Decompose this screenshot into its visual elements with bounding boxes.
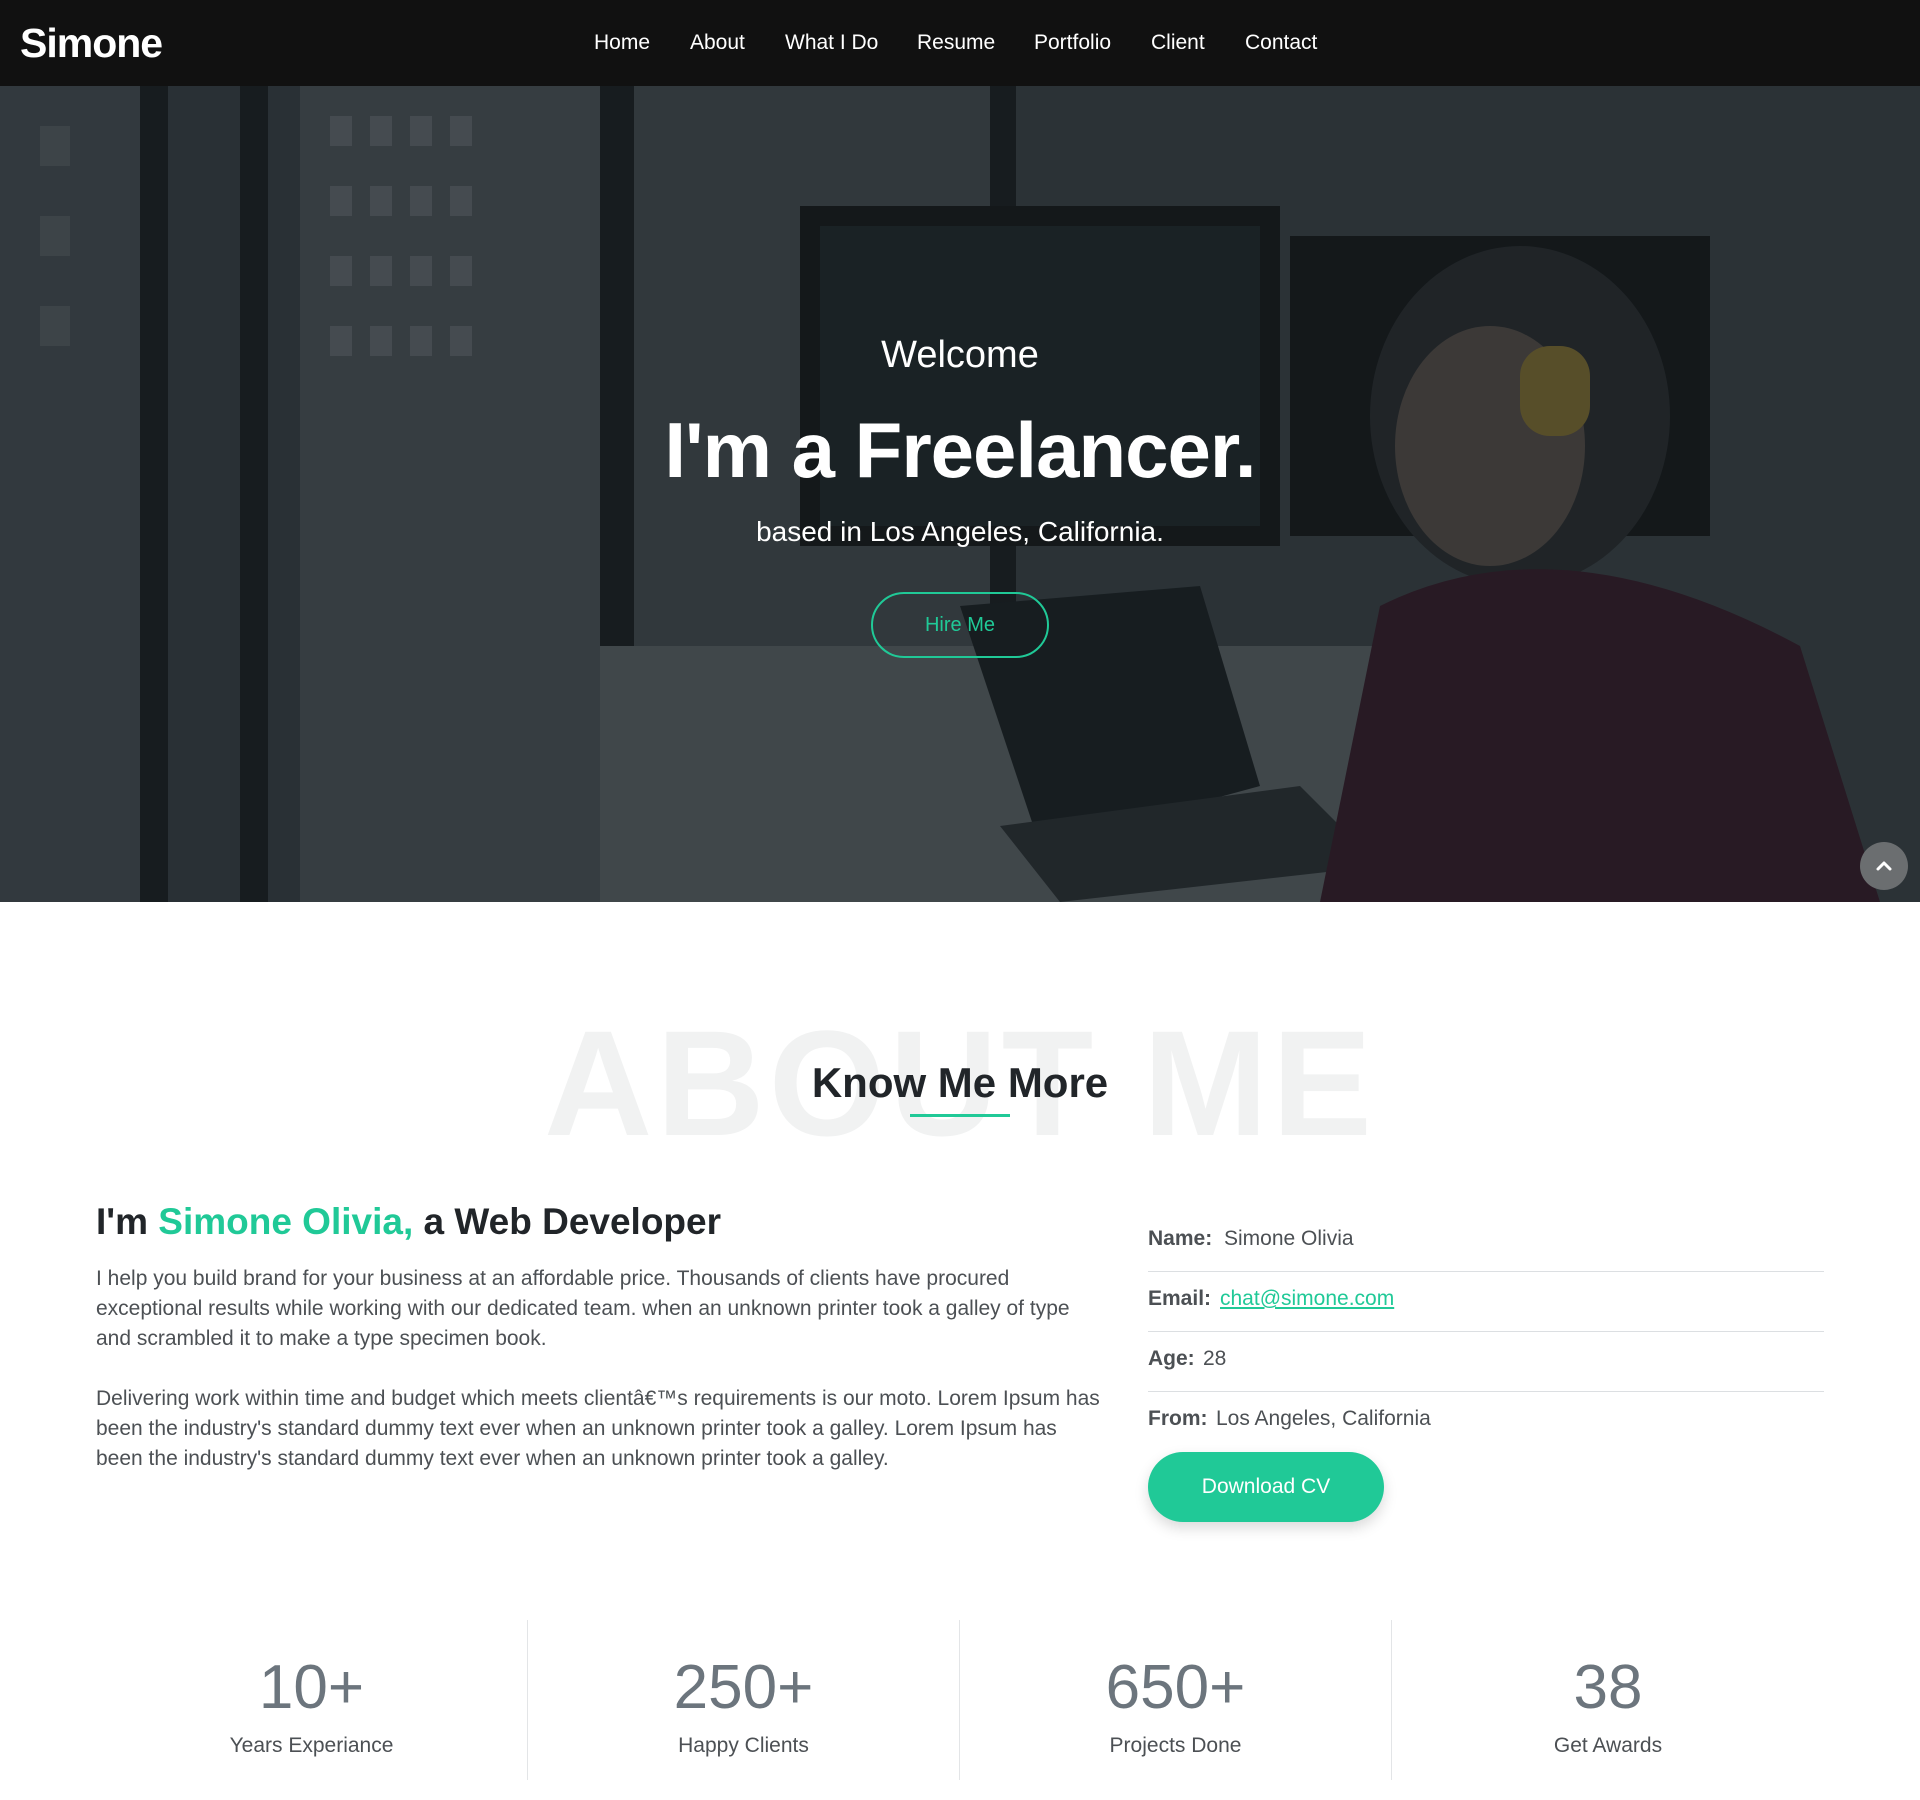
stat-label: Happy Clients xyxy=(678,1734,809,1757)
stat-label: Years Experiance xyxy=(229,1734,394,1757)
nav-client[interactable]: Client xyxy=(1151,30,1205,56)
info-label: Name: xyxy=(1148,1227,1213,1250)
stat-label: Get Awards xyxy=(1553,1734,1663,1757)
title-underline xyxy=(910,1114,1010,1117)
nav-portfolio[interactable]: Portfolio xyxy=(1034,30,1111,56)
hero-title: I'm a Freelancer. xyxy=(664,406,1256,494)
about-title: Know Me More xyxy=(811,1059,1109,1106)
email-link[interactable]: chat@simone.com xyxy=(1220,1284,1394,1314)
intro-name: Simone Olivia, xyxy=(158,1201,414,1242)
hero-section: Welcome I'm a Freelancer. based in Los A… xyxy=(0,86,1920,902)
info-row-email: Email: chat@simone.com xyxy=(1148,1272,1824,1332)
info-label: Age: xyxy=(1148,1347,1195,1370)
navbar: Simone Home About What I Do Resume Portf… xyxy=(0,0,1920,86)
intro-heading: I'm Simone Olivia, a Web Developer xyxy=(96,1198,721,1246)
chevron-up-icon xyxy=(1876,861,1892,871)
stat-item: 10+ Years Experiance xyxy=(96,1620,528,1780)
info-label: From: xyxy=(1148,1407,1208,1430)
info-value: Los Angeles, California xyxy=(1216,1407,1431,1430)
hire-me-button[interactable]: Hire Me xyxy=(871,592,1049,658)
info-row-name: Name: Simone Olivia xyxy=(1148,1212,1824,1272)
download-cv-button[interactable]: Download CV xyxy=(1148,1452,1384,1522)
stat-item: 38 Get Awards xyxy=(1392,1620,1824,1780)
about-paragraph-1: I help you build brand for your business… xyxy=(96,1267,1070,1350)
intro-prefix: I'm xyxy=(96,1201,159,1242)
stat-value: 650+ xyxy=(1105,1653,1246,1722)
info-value: 28 xyxy=(1203,1347,1227,1370)
stat-label: Projects Done xyxy=(1109,1734,1242,1757)
about-paragraph-2: Delivering work within time and budget w… xyxy=(96,1387,1100,1470)
scroll-to-top-button[interactable] xyxy=(1860,842,1908,890)
info-row-from: From: Los Angeles, California xyxy=(1148,1392,1824,1452)
info-value: Simone Olivia xyxy=(1224,1227,1354,1250)
nav-resume[interactable]: Resume xyxy=(917,30,995,56)
stat-item: 250+ Happy Clients xyxy=(528,1620,960,1780)
main-nav: Home About What I Do Resume Portfolio Cl… xyxy=(0,0,1920,86)
stat-value: 38 xyxy=(1573,1653,1643,1722)
nav-what-i-do[interactable]: What I Do xyxy=(785,30,878,56)
stat-item: 650+ Projects Done xyxy=(960,1620,1392,1780)
nav-contact[interactable]: Contact xyxy=(1245,30,1317,56)
nav-about[interactable]: About xyxy=(690,30,745,56)
stat-value: 10+ xyxy=(258,1653,365,1722)
hero-subtitle: based in Los Angeles, California. xyxy=(756,516,1164,547)
hero-welcome: Welcome xyxy=(881,334,1039,376)
stat-value: 250+ xyxy=(673,1653,814,1722)
info-row-age: Age: 28 xyxy=(1148,1332,1824,1392)
info-label: Email: xyxy=(1148,1287,1212,1310)
intro-suffix: a Web Developer xyxy=(413,1201,722,1242)
nav-home[interactable]: Home xyxy=(594,30,650,56)
